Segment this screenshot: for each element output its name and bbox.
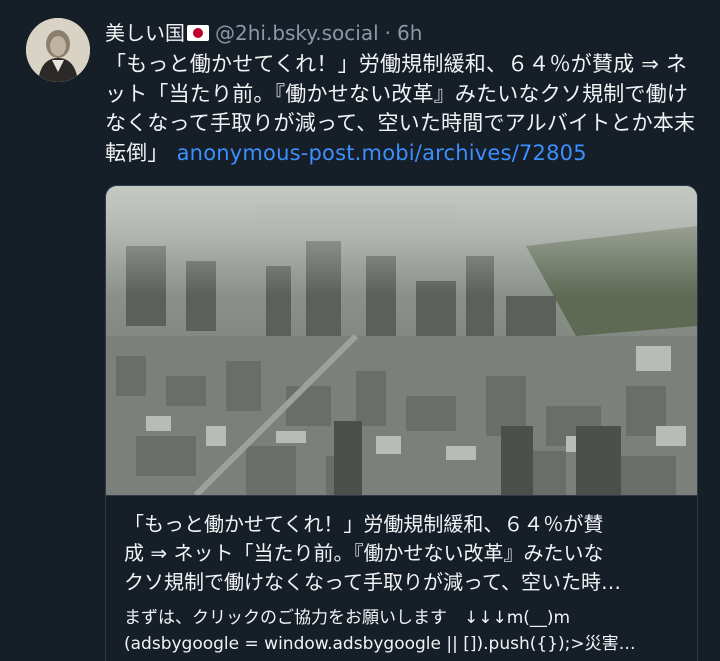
post-header: 美しい国 @2hi.bsky.social · 6h bbox=[105, 18, 705, 48]
link-card[interactable]: 「もっと働かせてくれ！」労働規制緩和、６４％が賛 成 ⇒ ネット「当たり前。『働… bbox=[105, 185, 698, 661]
avatar-portrait-icon bbox=[26, 18, 90, 82]
japan-flag-icon bbox=[187, 25, 209, 41]
display-name[interactable]: 美しい国 bbox=[105, 18, 185, 48]
card-title-line: クソ規制で働けなくなって手取りが減って、空いた時… bbox=[124, 570, 621, 594]
card-body: 「もっと働かせてくれ！」労働規制緩和、６４％が賛 成 ⇒ ネット「当たり前。『働… bbox=[106, 496, 697, 657]
separator: · bbox=[384, 21, 392, 45]
card-description: まずは、クリックのご協力をお願いします ↓↓↓m(__)m (adsbygoog… bbox=[124, 605, 681, 657]
card-description-line: まずは、クリックのご協力をお願いします ↓↓↓m(__)m bbox=[124, 608, 571, 628]
card-title: 「もっと働かせてくれ！」労働規制緩和、６４％が賛 成 ⇒ ネット「当たり前。『働… bbox=[124, 510, 681, 597]
post: 美しい国 @2hi.bsky.social · 6h 「もっと働かせてくれ！」労… bbox=[0, 0, 720, 661]
card-description-line: (adsbygoogle = window.adsbygoogle || [])… bbox=[124, 634, 636, 654]
handle[interactable]: @2hi.bsky.social bbox=[215, 18, 379, 48]
city-aerial-image bbox=[106, 186, 697, 496]
post-link[interactable]: anonymous-post.mobi/archives/72805 bbox=[177, 141, 587, 165]
post-text: 「もっと働かせてくれ！」労働規制緩和、６４％が賛成 ⇒ ネット「当たり前。『働か… bbox=[105, 50, 705, 168]
card-title-line: 成 ⇒ ネット「当たり前。『働かせない改革』みたいな bbox=[124, 541, 604, 565]
post-content: 美しい国 @2hi.bsky.social · 6h 「もっと働かせてくれ！」労… bbox=[105, 18, 705, 168]
timestamp[interactable]: 6h bbox=[397, 18, 422, 48]
avatar[interactable] bbox=[26, 18, 90, 82]
card-title-line: 「もっと働かせてくれ！」労働規制緩和、６４％が賛 bbox=[124, 512, 604, 536]
